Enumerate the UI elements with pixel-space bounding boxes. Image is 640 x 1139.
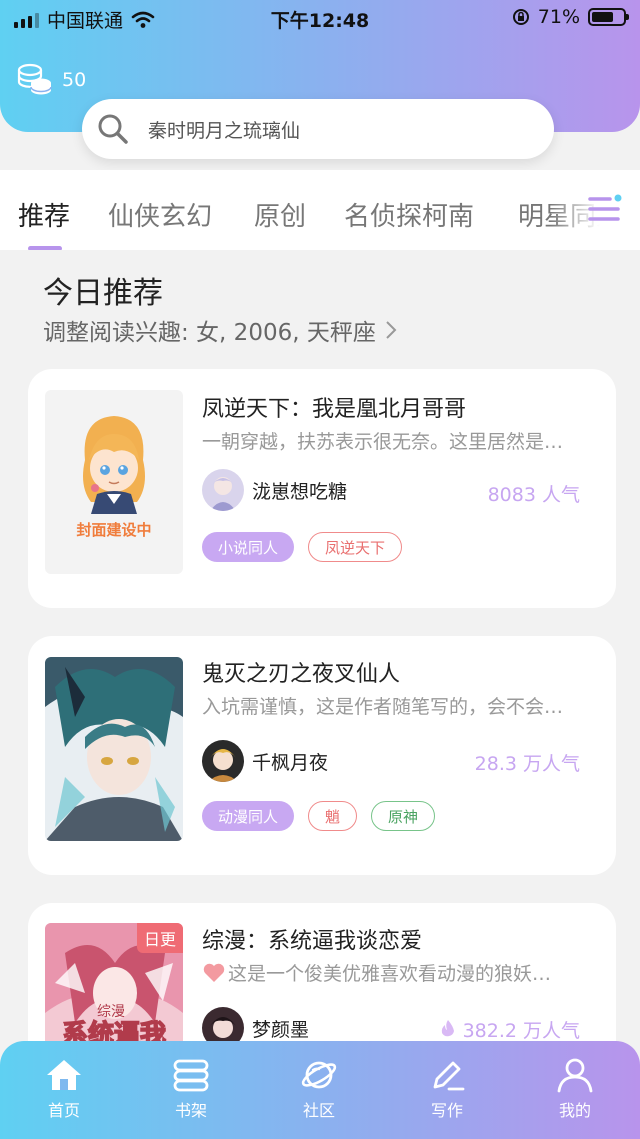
book-cover: [45, 657, 183, 841]
book-description: 一朝穿越，扶苏表示很无奈。这里居然是…: [202, 431, 564, 453]
anime-character-image: [45, 657, 183, 841]
nav-bookshelf[interactable]: 书架: [146, 1057, 236, 1121]
nav-label: 写作: [430, 1101, 463, 1120]
user-icon: [557, 1058, 593, 1093]
pen-icon: [433, 1061, 465, 1091]
tab-recommend[interactable]: 推荐: [18, 196, 70, 233]
book-description: 入坑需谨慎，这是作者随笔写的，会不会…: [202, 696, 564, 718]
flame-icon: [441, 1019, 454, 1036]
coins-icon: [17, 63, 52, 95]
tab-xianxia[interactable]: 仙侠玄幻: [108, 196, 212, 233]
popularity-count: 8083 人气: [488, 480, 580, 507]
book-title: 凤逆天下：我是凰北月哥哥: [202, 397, 467, 422]
search-icon: [98, 114, 128, 144]
reading-interest-link[interactable]: 调整阅读兴趣: 女, 2006, 天秤座: [43, 313, 398, 347]
section-subtitle: 调整阅读兴趣: 女, 2006, 天秤座: [43, 320, 376, 346]
nav-label: 我的: [558, 1101, 591, 1120]
bottom-navigation: 首页 书架 社区 写作 我的: [0, 1041, 640, 1139]
daily-update-badge: 日更: [136, 923, 183, 953]
nav-label: 社区: [302, 1101, 335, 1120]
cover-caption: 封面建设中: [76, 521, 152, 539]
tag-list: 动漫同人 魈 原神: [202, 801, 436, 831]
popularity-count: 28.3 万人气: [475, 749, 580, 776]
status-bar: 中国联通 下午12:48 71%: [0, 0, 640, 36]
author-row[interactable]: 千枫月夜: [202, 740, 328, 782]
chevron-right-icon: [386, 321, 397, 339]
cover-small-text: 综漫: [97, 1004, 125, 1020]
nav-home[interactable]: 首页: [19, 1057, 109, 1121]
book-card[interactable]: 封面建设中 凤逆天下：我是凰北月哥哥 一朝穿越，扶苏表示很无奈。这里居然是… 泷…: [28, 369, 616, 608]
author-name: 泷崽想吃糖: [252, 480, 348, 503]
popularity-text: 8083 人气: [487, 484, 580, 506]
nav-profile[interactable]: 我的: [530, 1057, 620, 1121]
heart-icon: [203, 963, 225, 982]
tag-list: 小说同人 凤逆天下: [202, 532, 403, 562]
coin-balance[interactable]: 50: [16, 62, 86, 98]
nav-write[interactable]: 写作: [402, 1057, 492, 1121]
book-description-row: 这是一个俊美优雅喜欢看动漫的狼妖…: [202, 959, 602, 986]
category-tabs: 推荐 仙侠玄幻 原创 名侦探柯南 明星同人: [0, 170, 640, 250]
book-cover: 封面建设中: [45, 390, 183, 574]
coin-count: 50: [62, 69, 87, 91]
orientation-lock-icon: [512, 9, 529, 25]
author-avatar: [202, 469, 244, 511]
home-icon: [47, 1060, 81, 1090]
section-title: 今日推荐: [43, 276, 163, 311]
battery-percent: 71%: [537, 6, 580, 28]
search-placeholder: 秦时明月之琉璃仙: [148, 119, 301, 142]
author-name: 梦颜墨: [252, 1018, 310, 1041]
nav-label: 书架: [174, 1101, 207, 1120]
popularity-text: 28.3 万人气: [474, 753, 580, 775]
popularity-text: 382.2 万人气: [462, 1020, 580, 1042]
book-title: 鬼灭之刃之夜叉仙人: [202, 662, 401, 687]
active-tab-indicator: [28, 246, 62, 250]
search-bar[interactable]: 秦时明月之琉璃仙: [82, 99, 554, 159]
popularity-count: 382.2 万人气: [439, 1016, 580, 1043]
battery-icon: [588, 8, 629, 26]
category-menu-icon[interactable]: [588, 194, 622, 224]
author-row[interactable]: 泷崽想吃糖: [202, 469, 347, 511]
planet-icon: [301, 1061, 337, 1089]
nav-label: 首页: [47, 1101, 80, 1120]
tag[interactable]: 魈: [308, 801, 358, 831]
tag[interactable]: 凤逆天下: [308, 532, 403, 562]
book-description: 这是一个俊美优雅喜欢看动漫的狼妖…: [228, 963, 552, 985]
tab-original[interactable]: 原创: [254, 196, 306, 233]
nav-community[interactable]: 社区: [274, 1057, 364, 1121]
author-name: 千枫月夜: [252, 751, 329, 774]
tab-conan[interactable]: 名侦探柯南: [344, 196, 474, 233]
book-title: 综漫：系统逼我谈恋爱: [202, 929, 423, 954]
bookshelf-icon: [173, 1059, 209, 1092]
book-card[interactable]: 鬼灭之刃之夜叉仙人 入坑需谨慎，这是作者随笔写的，会不会… 千枫月夜 28.3 …: [28, 636, 616, 875]
tag[interactable]: 动漫同人: [202, 801, 295, 831]
tag[interactable]: 原神: [371, 801, 436, 831]
chibi-girl-image: [83, 416, 145, 514]
tag[interactable]: 小说同人: [202, 532, 295, 562]
author-avatar: [202, 740, 244, 782]
